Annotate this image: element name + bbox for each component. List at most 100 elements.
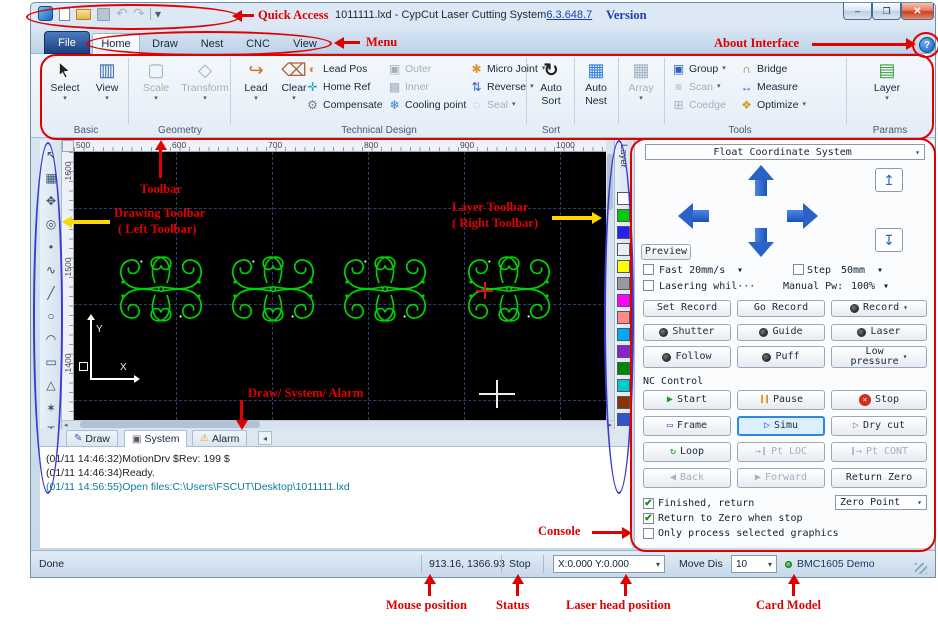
scan-button[interactable]: ≡ Scan ▾ xyxy=(672,78,736,95)
array-button[interactable]: ▦ Array ▾ xyxy=(620,57,662,121)
laser-position-dropdown[interactable]: X:0.000 Y:0.000 ▾ xyxy=(553,555,665,573)
tab-draw-log[interactable]: ✎ Draw xyxy=(66,430,118,446)
about-button[interactable]: ? xyxy=(919,37,935,53)
circle-tool-button[interactable]: ○ xyxy=(42,307,60,325)
preview-button[interactable]: Preview xyxy=(641,244,691,260)
layer-color-swatch[interactable] xyxy=(617,396,630,409)
inner-button[interactable]: ▩ Inner xyxy=(388,78,468,95)
auto-sort-button[interactable]: ↻ Auto Sort xyxy=(530,57,572,121)
guide-button[interactable]: Guide xyxy=(737,324,825,341)
manual-pw-value[interactable]: 100% xyxy=(851,281,875,292)
layer-color-swatch[interactable] xyxy=(617,243,630,256)
coordinate-system-dropdown[interactable]: Float Coordinate System ▾ xyxy=(645,144,925,160)
zoom-tool-button[interactable]: ◎ xyxy=(42,215,60,233)
resize-grip[interactable] xyxy=(915,563,927,574)
tab-draw[interactable]: Draw xyxy=(142,33,188,54)
home-ref-button[interactable]: ✛ Home Ref xyxy=(306,78,384,95)
outer-button[interactable]: ▣ Outer xyxy=(388,60,468,77)
follow-button[interactable]: Follow xyxy=(643,346,731,368)
tab-system-log[interactable]: ▣ System xyxy=(124,430,188,447)
tab-home[interactable]: Home xyxy=(92,33,140,54)
layer-color-swatch[interactable] xyxy=(617,311,630,324)
move-dis-dropdown[interactable]: 10 ▾ xyxy=(731,555,777,573)
pattern-graphic[interactable] xyxy=(112,246,210,332)
return-zero-button[interactable]: Return Zero xyxy=(831,468,927,488)
loop-button[interactable]: ↻ Loop xyxy=(643,442,731,462)
simu-button[interactable]: ▷ Simu xyxy=(737,416,825,436)
go-record-button[interactable]: Go Record xyxy=(737,300,825,317)
measure-button[interactable]: ↔ Measure xyxy=(740,78,814,95)
layer-button[interactable]: ▤ Layer ▾ xyxy=(864,57,910,121)
tab-view[interactable]: View xyxy=(282,33,328,54)
new-file-button[interactable] xyxy=(59,8,70,21)
arc-tool-button[interactable]: ◠ xyxy=(42,330,60,348)
forward-button[interactable]: ▶ Forward xyxy=(737,468,825,488)
laser-button[interactable]: Laser xyxy=(831,324,927,341)
stop-button[interactable]: ✕ Stop xyxy=(831,390,927,410)
jog-right-button[interactable] xyxy=(787,203,818,229)
bridge-button[interactable]: ∩ Bridge xyxy=(740,60,814,77)
open-file-button[interactable] xyxy=(76,9,91,20)
fast-checkbox[interactable] xyxy=(643,264,654,275)
polygon-tool-button[interactable]: △ xyxy=(42,376,60,394)
focus-up-button[interactable]: ↥ xyxy=(875,168,903,192)
pause-button[interactable]: ❙❙ Pause xyxy=(737,390,825,410)
jog-left-button[interactable] xyxy=(678,203,709,229)
manual-pw-dropdown-icon[interactable]: ▾ xyxy=(883,281,889,292)
step-checkbox[interactable] xyxy=(793,264,804,275)
point-tool-button[interactable]: • xyxy=(42,238,60,256)
pt-loc-button[interactable]: →❙ Pt LOC xyxy=(737,442,825,462)
cooling-point-button[interactable]: ❄ Cooling point xyxy=(388,96,468,113)
select-button[interactable]: Select ▾ xyxy=(46,57,84,121)
auto-nest-button[interactable]: ▦ Auto Nest xyxy=(576,57,616,121)
pan-tool-button[interactable]: ✥ xyxy=(42,192,60,210)
pattern-graphic[interactable] xyxy=(224,246,322,332)
tab-cnc[interactable]: CNC xyxy=(236,33,280,54)
close-button[interactable]: ✕ xyxy=(901,3,934,20)
start-button[interactable]: ▶ Start xyxy=(643,390,731,410)
layer-color-swatch[interactable] xyxy=(617,192,630,205)
line-tool-button[interactable]: ╱ xyxy=(42,284,60,302)
log-output[interactable]: (01/11 14:46:32)MotionDrv $Rev: 199 $ (0… xyxy=(40,447,632,548)
tab-scroll-button[interactable]: ◂ xyxy=(258,431,272,445)
layer-color-swatch[interactable] xyxy=(617,226,630,239)
return-to-zero-checkbox[interactable]: ✔ xyxy=(643,513,654,524)
rectangle-tool-button[interactable]: ▭ xyxy=(42,353,60,371)
star-tool-button[interactable]: ✶ xyxy=(42,399,60,417)
layer-color-swatch[interactable] xyxy=(617,413,630,426)
pt-cont-button[interactable]: ❙→ Pt CONT xyxy=(831,442,927,462)
optimize-button[interactable]: ❖ Optimize ▾ xyxy=(740,96,814,113)
undo-button[interactable]: ↶ xyxy=(116,5,128,22)
scale-button[interactable]: ▢ Scale ▾ xyxy=(134,57,178,121)
tab-nest[interactable]: Nest xyxy=(190,33,234,54)
view-button[interactable]: ▥ View ▾ xyxy=(88,57,126,121)
layer-color-swatch[interactable] xyxy=(617,260,630,273)
quick-access-dropdown[interactable]: ▾ xyxy=(155,7,161,21)
fast-dropdown-icon[interactable]: ▾ xyxy=(737,265,743,276)
layer-color-swatch[interactable] xyxy=(617,362,630,375)
coedge-button[interactable]: ⊞ Coedge xyxy=(672,96,736,113)
pattern-graphic[interactable] xyxy=(336,246,434,332)
lead-pos-button[interactable]: ◐ Lead Pos xyxy=(306,60,384,77)
tab-alarm-log[interactable]: ⚠ Alarm xyxy=(192,430,248,446)
layer-color-swatch[interactable] xyxy=(617,294,630,307)
jog-down-button[interactable] xyxy=(748,228,774,257)
only-selected-checkbox[interactable] xyxy=(643,528,654,539)
minimize-button[interactable]: – xyxy=(843,3,872,20)
focus-down-button[interactable]: ↧ xyxy=(875,228,903,252)
layer-color-swatch[interactable] xyxy=(617,379,630,392)
back-button[interactable]: ◀ Back xyxy=(643,468,731,488)
step-value[interactable]: 50mm xyxy=(841,265,865,276)
group-button[interactable]: ▣ Group ▾ xyxy=(672,60,736,77)
layer-color-swatch[interactable] xyxy=(617,209,630,222)
layer-color-swatch[interactable] xyxy=(617,345,630,358)
lead-button[interactable]: ↪ Lead ▾ xyxy=(238,57,274,121)
frame-select-tool-button[interactable]: ▦ xyxy=(42,169,60,187)
record-button[interactable]: Record ▾ xyxy=(831,300,927,317)
curve-tool-button[interactable]: ∿ xyxy=(42,261,60,279)
drawing-canvas[interactable]: Y X xyxy=(74,152,606,420)
lasering-checkbox[interactable] xyxy=(643,280,654,291)
layer-color-swatch[interactable] xyxy=(617,277,630,290)
horizontal-scrollbar-thumb[interactable] xyxy=(80,421,260,428)
finished-return-checkbox[interactable]: ✔ xyxy=(643,498,654,509)
